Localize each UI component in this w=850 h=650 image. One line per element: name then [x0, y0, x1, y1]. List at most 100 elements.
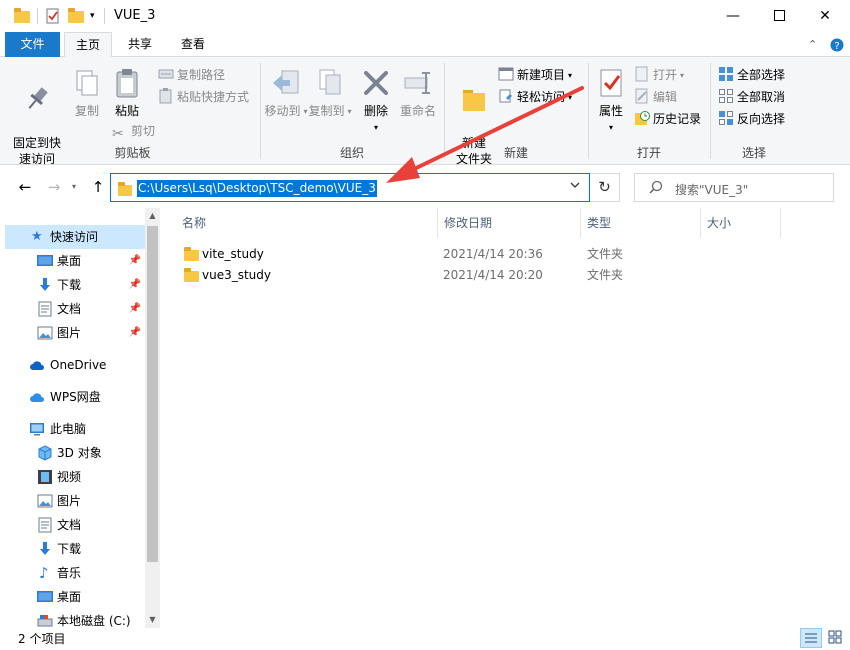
- picture-icon: [37, 494, 53, 508]
- ribbon: 固定到快 速访问 复制 粘贴 复制路径 粘贴快捷方式 ✂ 剪切 剪贴板 移动到 …: [0, 57, 850, 166]
- search-box[interactable]: 搜索"VUE_3": [634, 173, 834, 202]
- properties-button[interactable]: 属性 ▾: [592, 67, 630, 136]
- sidebar-item-quick-access[interactable]: ★ 快速访问: [5, 225, 145, 249]
- sidebar-item-3d-objects[interactable]: 3D 对象: [5, 441, 145, 465]
- rename-button[interactable]: 重命名: [396, 67, 440, 119]
- edit-label: 编辑: [653, 90, 678, 104]
- pin-icon[interactable]: 📌: [129, 321, 141, 345]
- easy-access-button[interactable]: 轻松访问 ▾: [498, 87, 572, 107]
- sidebar-item-pictures-pc[interactable]: 图片: [5, 489, 145, 513]
- maximize-button[interactable]: [756, 0, 802, 32]
- tab-home[interactable]: 主页: [64, 32, 112, 58]
- refresh-button[interactable]: ↻: [590, 173, 620, 202]
- sidebar-item-downloads[interactable]: 下载 📌: [5, 273, 145, 297]
- address-row: ← → ▾ ↑ C:\Users\Lsq\Desktop\TSC_demo\VU…: [0, 166, 850, 208]
- sidebar-item-downloads-pc[interactable]: 下载: [5, 537, 145, 561]
- tab-share[interactable]: 共享: [114, 32, 166, 57]
- new-item-icon: [498, 67, 514, 81]
- details-view-button[interactable]: [800, 628, 822, 648]
- history-button[interactable]: 历史记录: [634, 109, 701, 129]
- sidebar-item-this-pc[interactable]: 此电脑: [5, 417, 145, 441]
- delete-button[interactable]: 删除 ▾: [358, 67, 394, 136]
- tab-view[interactable]: 查看: [168, 32, 218, 57]
- pin-icon[interactable]: 📌: [129, 249, 141, 273]
- edit-icon: [635, 88, 648, 104]
- move-to-button[interactable]: 移动到 ▾: [264, 67, 308, 120]
- help-icon[interactable]: ?: [830, 38, 844, 55]
- invert-selection-button[interactable]: 反向选择: [718, 109, 785, 129]
- column-header-name[interactable]: 名称: [176, 208, 438, 238]
- new-item-label: 新建项目: [517, 68, 566, 82]
- collapse-ribbon-icon[interactable]: ⌃: [808, 38, 817, 51]
- customize-quick-access-icon[interactable]: ▾: [90, 8, 95, 24]
- divider: [37, 8, 38, 24]
- column-header-type[interactable]: 类型: [581, 208, 701, 238]
- sidebar-item-local-disk[interactable]: 本地磁盘 (C:): [5, 609, 145, 628]
- back-button[interactable]: ←: [15, 176, 35, 198]
- paste-button[interactable]: 粘贴: [107, 67, 147, 119]
- folder-icon: [14, 8, 30, 24]
- file-row[interactable]: vite_study 2021/4/14 20:36 文件夹: [176, 243, 776, 265]
- sidebar-item-music[interactable]: ♪ 音乐: [5, 561, 145, 585]
- sidebar-item-documents[interactable]: 文档 📌: [5, 297, 145, 321]
- new-item-button[interactable]: 新建项目 ▾: [498, 65, 572, 85]
- select-none-button[interactable]: 全部取消: [718, 87, 785, 107]
- copy-button[interactable]: 复制: [67, 67, 107, 119]
- copy-path-button[interactable]: 复制路径: [158, 65, 225, 85]
- sidebar-item-label: 文档: [57, 518, 82, 532]
- desktop-icon: [37, 591, 53, 602]
- recent-locations-dropdown[interactable]: ▾: [64, 176, 84, 198]
- sidebar-item-documents-pc[interactable]: 文档: [5, 513, 145, 537]
- address-path[interactable]: C:\Users\Lsq\Desktop\TSC_demo\VUE_3: [137, 180, 377, 197]
- new-group-label: 新建: [503, 146, 528, 160]
- tab-file[interactable]: 文件: [5, 32, 60, 57]
- sidebar-item-label: 桌面: [57, 590, 82, 604]
- paste-shortcut-label: 粘贴快捷方式: [177, 90, 250, 104]
- minimize-button[interactable]: —: [710, 0, 756, 32]
- copy-to-button[interactable]: 复制到 ▾: [308, 67, 352, 120]
- paste-shortcut-button[interactable]: 粘贴快捷方式: [158, 87, 249, 107]
- sidebar-item-desktop-pc[interactable]: 桌面: [5, 585, 145, 609]
- close-button[interactable]: ✕: [802, 0, 848, 32]
- sidebar-item-label: 3D 对象: [57, 446, 102, 460]
- select-all-button[interactable]: 全部选择: [718, 65, 785, 85]
- open-button[interactable]: 打开 ▾: [634, 65, 684, 85]
- pin-icon[interactable]: 📌: [129, 273, 141, 297]
- sidebar-item-wps[interactable]: WPS网盘: [5, 385, 145, 409]
- column-header-modified[interactable]: 修改日期: [438, 208, 581, 238]
- address-history-dropdown[interactable]: [570, 180, 580, 193]
- edit-button[interactable]: 编辑: [634, 87, 677, 107]
- sidebar-item-pictures[interactable]: 图片 📌: [5, 321, 145, 345]
- scissors-icon: ✂: [112, 126, 124, 142]
- large-icons-view-button[interactable]: [825, 628, 847, 648]
- item-count: 2 个项目: [18, 632, 66, 646]
- select-none-icon: [719, 89, 733, 103]
- properties-icon: [600, 69, 622, 97]
- scrollbar-thumb[interactable]: [147, 226, 158, 562]
- cut-button[interactable]: ✂ 剪切: [112, 121, 155, 142]
- sidebar-item-onedrive[interactable]: OneDrive: [5, 353, 145, 377]
- sidebar-item-label: 图片: [57, 494, 82, 508]
- ribbon-tabs: 文件 主页 共享 查看 ⌃ ?: [0, 32, 850, 58]
- scroll-up-icon[interactable]: ▲: [145, 208, 160, 224]
- properties-quick-icon[interactable]: [45, 8, 61, 24]
- column-headers: 名称 修改日期 类型 大小: [160, 208, 850, 238]
- address-bar[interactable]: C:\Users\Lsq\Desktop\TSC_demo\VUE_3: [110, 173, 590, 202]
- new-folder-quick-icon[interactable]: [68, 8, 84, 24]
- sidebar-item-videos[interactable]: 视频: [5, 465, 145, 489]
- folder-icon: [184, 247, 199, 261]
- open-group: 属性 ▾ 打开 ▾ 编辑 历史记录 打开: [590, 61, 708, 163]
- sidebar-item-label: WPS网盘: [50, 390, 101, 404]
- up-button[interactable]: ↑: [88, 176, 108, 198]
- scroll-down-icon[interactable]: ▼: [145, 612, 160, 628]
- sidebar-item-desktop[interactable]: 桌面 📌: [5, 249, 145, 273]
- column-header-size[interactable]: 大小: [701, 208, 781, 238]
- search-input[interactable]: 搜索"VUE_3": [675, 181, 748, 198]
- pin-icon[interactable]: 📌: [129, 297, 141, 321]
- file-type: 文件夹: [587, 247, 624, 261]
- file-row[interactable]: vue3_study 2021/4/14 20:20 文件夹: [176, 264, 776, 286]
- navigation-scrollbar[interactable]: ▲ ▼: [145, 208, 160, 628]
- details-view-icon: [805, 633, 817, 643]
- forward-button[interactable]: →: [44, 176, 64, 198]
- document-icon: [38, 517, 52, 533]
